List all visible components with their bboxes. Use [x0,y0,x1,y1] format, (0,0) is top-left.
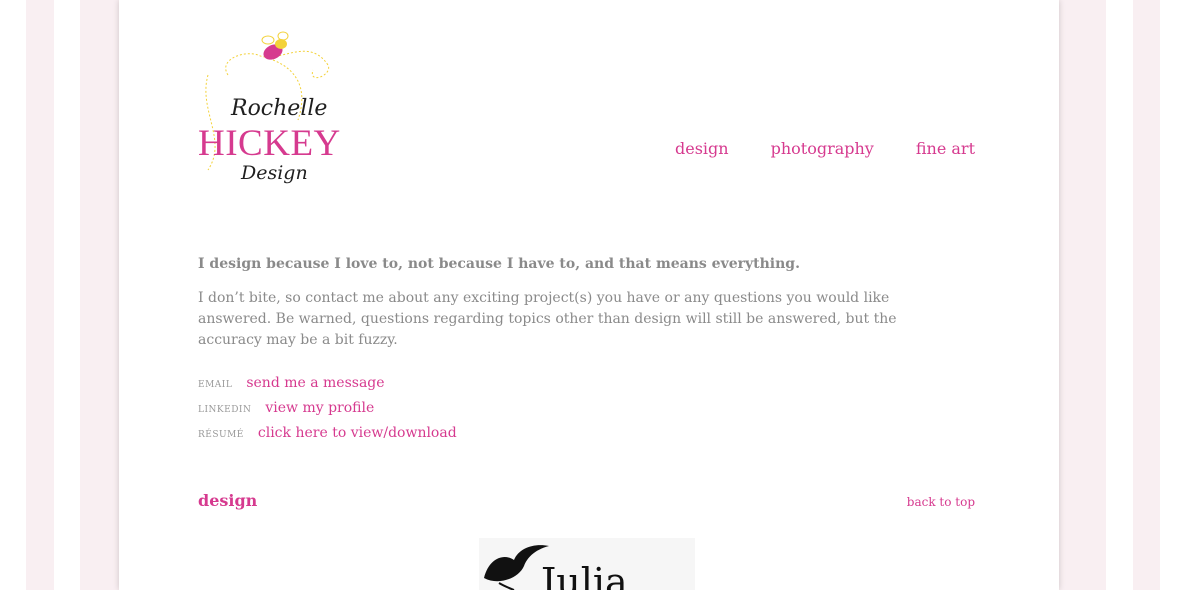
bg-stripe-right-1 [1059,0,1106,590]
nav-item-fine-art[interactable]: fine art [916,139,975,158]
contact-row-resume: RÉSUMÉ click here to view/download [198,425,457,450]
portfolio-thumbnail[interactable]: Julia [479,538,695,590]
email-link[interactable]: send me a message [246,375,384,391]
content-card: Rochelle HICKEY Design design photograph… [119,0,1059,590]
resume-link[interactable]: click here to view/download [258,425,457,441]
contact-label-resume: RÉSUMÉ [198,430,244,440]
bg-stripe-left-1 [26,0,54,590]
nav-item-design[interactable]: design [675,139,729,158]
contact-list: EMAIL send me a message LINKEDIN view my… [198,375,457,450]
thumbnail-text: Julia [541,560,628,590]
brand-tagline: Design [241,162,308,184]
bg-stripe-left-2 [80,0,119,590]
nav-item-photography[interactable]: photography [771,139,874,158]
contact-row-linkedin: LINKEDIN view my profile [198,400,457,425]
main-nav: design photography fine art [675,139,975,158]
intro-body: I don’t bite, so contact me about any ex… [198,290,897,348]
contact-label-email: EMAIL [198,380,233,390]
bg-stripe-right-2 [1133,0,1160,590]
linkedin-link[interactable]: view my profile [265,400,374,416]
brand-name-last: HICKEY [198,123,341,164]
contact-row-email: EMAIL send me a message [198,375,457,400]
contact-label-linkedin: LINKEDIN [198,405,252,415]
section-title-design: design [198,491,258,510]
intro-lead: I design because I love to, not because … [198,256,800,272]
back-to-top-link[interactable]: back to top [907,495,975,509]
brand-name-first: Rochelle [231,96,328,121]
